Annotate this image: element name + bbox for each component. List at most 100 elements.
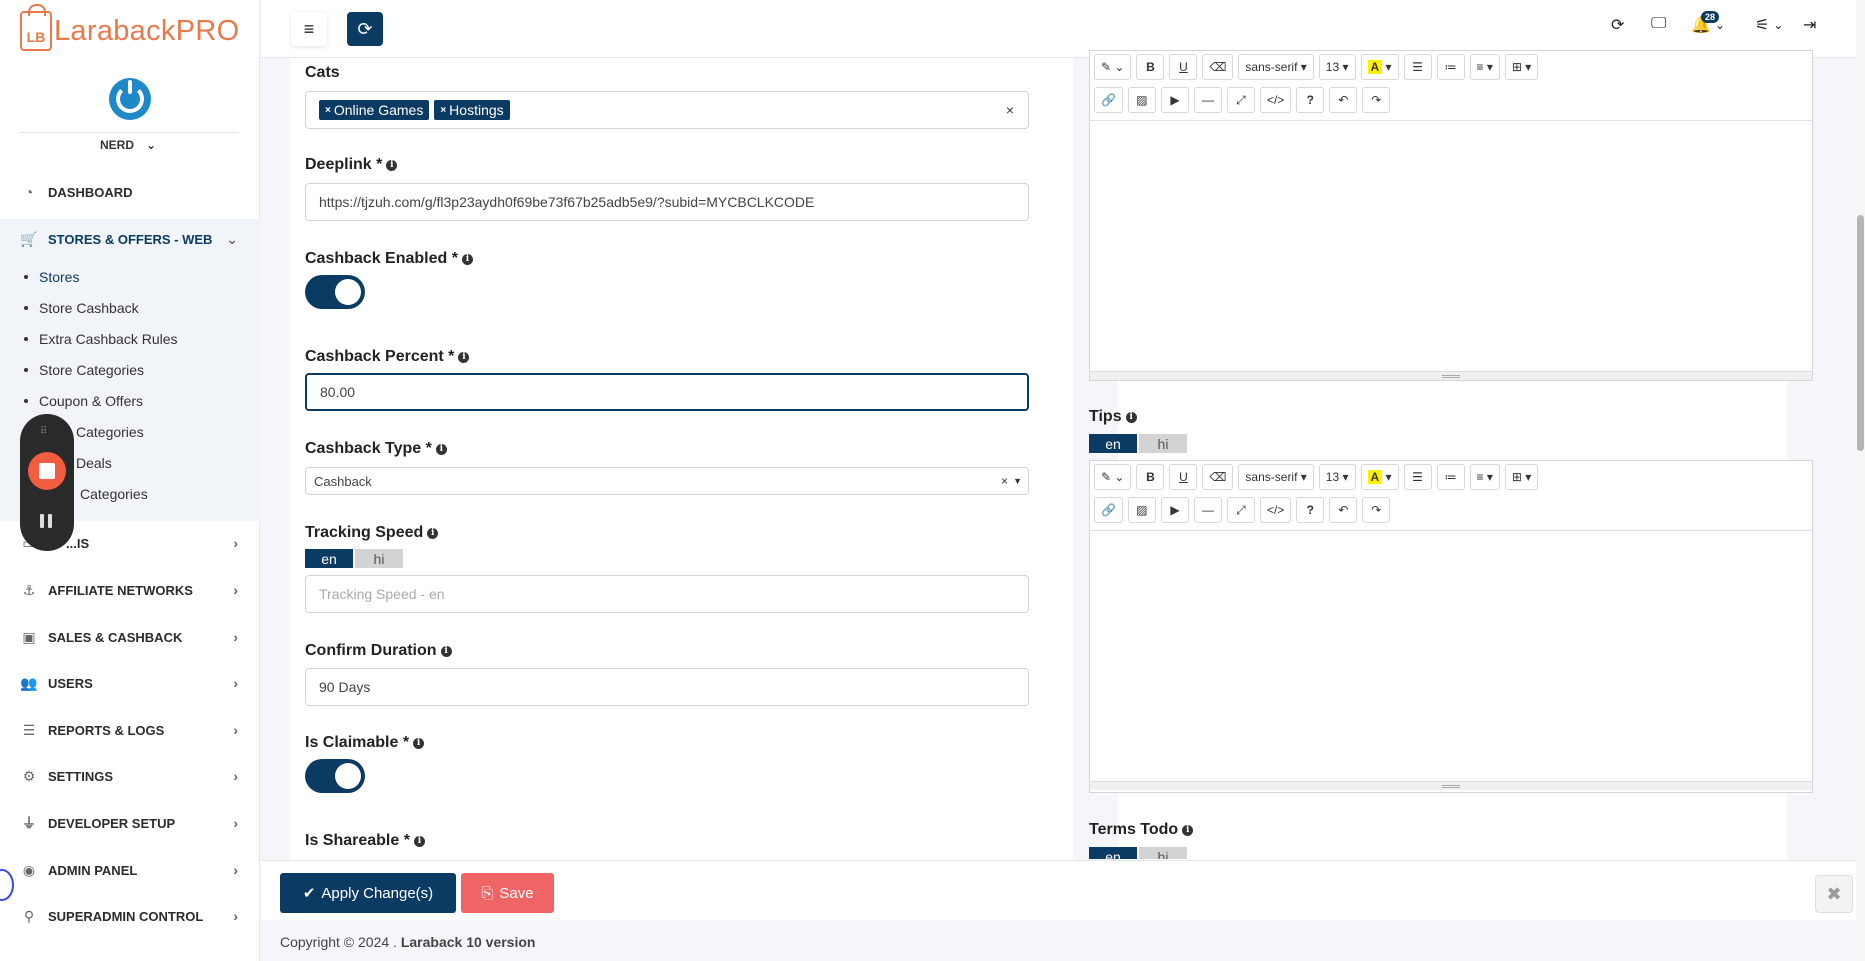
paragraph-align-select[interactable]: ≡ ▾: [1469, 54, 1500, 80]
refresh-button[interactable]: ⟳: [347, 12, 383, 46]
bold-button[interactable]: B: [1136, 54, 1165, 80]
drag-handle-icon[interactable]: ⠿: [40, 426, 48, 437]
sidebar-subitem-categories[interactable]: Categories: [76, 424, 144, 440]
display-button[interactable]: 🖵: [1651, 15, 1666, 33]
bullet-list-button[interactable]: ☰: [1403, 464, 1432, 490]
sidebar-subitem-coupon-offers[interactable]: Coupon & Offers: [24, 393, 143, 409]
tag-online-games[interactable]: × Online Games: [319, 100, 430, 120]
tab-hi[interactable]: hi: [355, 549, 403, 568]
sidebar-subitem-store-categories[interactable]: Store Categories: [24, 362, 144, 378]
sidebar-item-admin-panel[interactable]: ◉ ADMIN PANEL ›: [0, 850, 260, 890]
bold-button[interactable]: B: [1136, 464, 1165, 490]
codeview-button[interactable]: </>: [1259, 497, 1292, 523]
notifications-button[interactable]: 🔔 28 ⌄: [1691, 11, 1725, 35]
underline-button[interactable]: U: [1169, 54, 1198, 80]
logout-button[interactable]: ⇥: [1803, 15, 1816, 35]
hr-button[interactable]: —: [1193, 497, 1222, 523]
pause-button[interactable]: [40, 514, 54, 528]
redo-button[interactable]: ↷: [1362, 87, 1391, 113]
tab-en[interactable]: en: [1089, 434, 1137, 453]
undo-button[interactable]: ↶: [1329, 497, 1358, 523]
avatar[interactable]: [109, 78, 151, 120]
sidebar-item-sales-cashback[interactable]: ▣ SALES & CASHBACK ›: [0, 617, 260, 657]
paragraph-align-select[interactable]: ≡ ▾: [1469, 464, 1500, 490]
tab-en[interactable]: en: [1089, 847, 1137, 859]
cashback-type-select[interactable]: Cashback × ▼: [305, 467, 1029, 495]
editor-body[interactable]: [1090, 531, 1812, 781]
video-button[interactable]: ▶: [1160, 497, 1189, 523]
recording-widget[interactable]: ⠿: [20, 414, 74, 551]
codeview-button[interactable]: </>: [1259, 87, 1292, 113]
font-family-select[interactable]: sans-serif ▾: [1238, 54, 1314, 80]
tab-hi[interactable]: hi: [1139, 434, 1187, 453]
sidebar-subitem-store-cashback[interactable]: Store Cashback: [24, 300, 139, 316]
confirm-duration-input[interactable]: 90 Days: [305, 668, 1029, 706]
sidebar-subitem-stores[interactable]: Stores: [24, 269, 79, 285]
cashback-enabled-toggle[interactable]: [305, 275, 365, 309]
ordered-list-button[interactable]: ≔: [1436, 464, 1465, 490]
is-claimable-toggle[interactable]: [305, 759, 365, 793]
undo-button[interactable]: ↶: [1329, 87, 1358, 113]
link-button[interactable]: 🔗: [1094, 497, 1123, 523]
table-button[interactable]: ⊞ ▾: [1504, 54, 1539, 80]
sidebar-item-settings[interactable]: ⚙ SETTINGS ›: [0, 756, 260, 796]
tab-en[interactable]: en: [305, 549, 353, 568]
magic-style-button[interactable]: ✎ ⌄: [1094, 54, 1132, 80]
save-button[interactable]: ⎘ Save: [461, 873, 554, 913]
clear-icon[interactable]: ×: [1006, 102, 1014, 118]
close-button[interactable]: ✖: [1815, 875, 1853, 913]
editor-resize-handle[interactable]: [1090, 371, 1812, 380]
eraser-button[interactable]: ⌫: [1202, 464, 1234, 490]
menu-toggle-button[interactable]: ≡: [291, 12, 327, 46]
image-button[interactable]: ▨: [1127, 87, 1156, 113]
help-button[interactable]: ?: [1296, 87, 1325, 113]
fullscreen-button[interactable]: ⤢: [1226, 497, 1255, 523]
sync-button[interactable]: ⟳: [1611, 15, 1624, 35]
table-button[interactable]: ⊞ ▾: [1504, 464, 1539, 490]
sidebar-subitem-extra-cashback-rules[interactable]: Extra Cashback Rules: [24, 331, 178, 347]
ordered-list-button[interactable]: ≔: [1436, 54, 1465, 80]
scrollbar-track[interactable]: [1856, 0, 1865, 961]
sidebar-item-dashboard[interactable]: ◔ DASHBOARD: [0, 172, 260, 212]
sidebar-item-developer-setup[interactable]: ⏚ DEVELOPER SETUP ›: [0, 803, 260, 843]
editor-resize-handle[interactable]: [1090, 781, 1812, 790]
sidebar-subitem-deals[interactable]: Deals: [76, 455, 112, 471]
sidebar-item-users[interactable]: 👥 USERS ›: [0, 663, 260, 703]
remove-tag-icon[interactable]: ×: [325, 105, 331, 116]
video-button[interactable]: ▶: [1160, 87, 1189, 113]
clear-icon[interactable]: ×: [1001, 474, 1008, 488]
settings-menu-button[interactable]: ⚟ ⌄: [1755, 15, 1783, 35]
sidebar-item-stores-offers[interactable]: 🛒 STORES & OFFERS - WEB ⌄: [0, 219, 260, 259]
tab-hi[interactable]: hi: [1139, 847, 1187, 859]
help-button[interactable]: ?: [1296, 497, 1325, 523]
font-family-select[interactable]: sans-serif ▾: [1238, 464, 1314, 490]
apply-changes-button[interactable]: ✔ Apply Change(s): [280, 873, 456, 913]
font-size-select[interactable]: 13 ▾: [1318, 464, 1356, 490]
user-menu[interactable]: NERD ⌄: [100, 138, 156, 152]
editor-body[interactable]: [1090, 121, 1812, 371]
cashback-percent-input[interactable]: 80.00: [305, 373, 1029, 411]
image-button[interactable]: ▨: [1127, 497, 1156, 523]
cats-multiselect[interactable]: × Online Games × Hostings ×: [305, 91, 1029, 129]
underline-button[interactable]: U: [1169, 464, 1198, 490]
sidebar-item-superadmin-control[interactable]: ⚲ SUPERADMIN CONTROL ›: [0, 896, 260, 936]
sidebar-item-reports-logs[interactable]: ☰ REPORTS & LOGS ›: [0, 710, 260, 750]
deeplink-input[interactable]: https://tjzuh.com/g/fl3p23aydh0f69be73f6…: [305, 183, 1029, 221]
eraser-button[interactable]: ⌫: [1202, 54, 1234, 80]
tag-hostings[interactable]: × Hostings: [434, 100, 510, 120]
sidebar-item-affiliate-networks[interactable]: ⚓ AFFILIATE NETWORKS ›: [0, 570, 260, 610]
tips-editor[interactable]: ✎ ⌄ B U ⌫ sans-serif ▾ 13 ▾ A ▾ ☰ ≔ ≡ ▾ …: [1089, 460, 1813, 793]
color-button[interactable]: A ▾: [1360, 54, 1399, 80]
magic-style-button[interactable]: ✎ ⌄: [1094, 464, 1132, 490]
bullet-list-button[interactable]: ☰: [1403, 54, 1432, 80]
color-button[interactable]: A ▾: [1360, 464, 1399, 490]
description-editor[interactable]: ✎ ⌄ B U ⌫ sans-serif ▾ 13 ▾ A ▾ ☰ ≔ ≡ ▾ …: [1089, 50, 1813, 381]
remove-tag-icon[interactable]: ×: [440, 105, 446, 116]
scrollbar-thumb[interactable]: [1857, 215, 1864, 451]
redo-button[interactable]: ↷: [1362, 497, 1391, 523]
hr-button[interactable]: —: [1193, 87, 1222, 113]
link-button[interactable]: 🔗: [1094, 87, 1123, 113]
sidebar-subitem-deal-categories[interactable]: Categories: [80, 486, 148, 502]
brand-logo[interactable]: LB LarabackPRO: [20, 4, 239, 54]
tracking-speed-input[interactable]: Tracking Speed - en: [305, 575, 1029, 613]
